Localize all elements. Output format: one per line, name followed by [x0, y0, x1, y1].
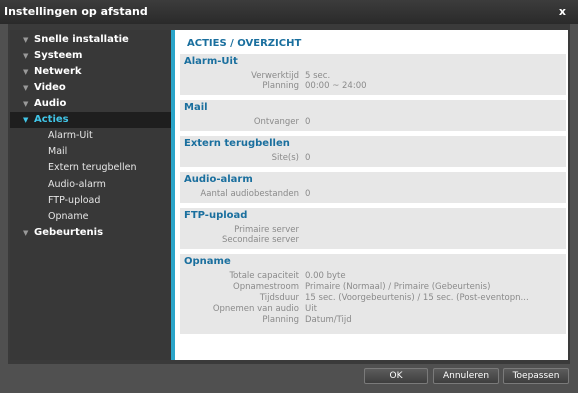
sidebar-subitem-mail[interactable]: Mail — [10, 144, 171, 160]
collapse-triangle-icon: ▼ — [23, 36, 29, 44]
row-value: 15 sec. (Voorgebeurtenis) / 15 sec. (Pos… — [305, 293, 529, 303]
row-value: Primaire (Normaal) / Primaire (Gebeurten… — [305, 282, 491, 292]
info-row: Primaire server — [180, 225, 566, 235]
cancel-button[interactable]: Annuleren — [433, 368, 499, 384]
info-row: Opnemen van audio Uit — [180, 304, 566, 314]
row-value: 00:00 ~ 24:00 — [305, 81, 367, 91]
sidebar-item-label: Systeem — [34, 50, 83, 61]
main-panel: ACTIES / OVERZICHT Alarm-Uit Verwerktijd… — [171, 30, 568, 360]
expand-triangle-icon: ▼ — [23, 116, 29, 124]
row-label: Totale capaciteit — [229, 271, 299, 281]
page-title: ACTIES / OVERZICHT — [187, 38, 302, 49]
section-title: Alarm-Uit — [184, 56, 238, 67]
collapse-triangle-icon: ▼ — [23, 52, 29, 60]
info-row: Aantal audiobestanden 0 — [180, 189, 566, 199]
row-value: 5 sec. — [305, 71, 331, 81]
row-label: Planning — [262, 315, 299, 325]
sidebar-item-systeem[interactable]: ▼ Systeem — [10, 48, 171, 64]
row-value: 0 — [305, 117, 311, 127]
info-row: Planning Datum/Tijd — [180, 315, 566, 325]
remote-settings-dialog: Instellingen op afstand x ▼ Snelle insta… — [0, 0, 578, 393]
sidebar-item-label: Audio — [34, 98, 67, 109]
sidebar-item-label: Netwerk — [34, 66, 82, 77]
sidebar-item-video[interactable]: ▼ Video — [10, 80, 171, 96]
row-value: Uit — [305, 304, 317, 314]
sidebar-item-audio[interactable]: ▼ Audio — [10, 96, 171, 112]
sidebar-item-snelle-installatie[interactable]: ▼ Snelle installatie — [10, 32, 171, 48]
sidebar-item-acties[interactable]: ▼ Acties — [10, 112, 171, 128]
sidebar-item-netwerk[interactable]: ▼ Netwerk — [10, 64, 171, 80]
sidebar-subitem-audio-alarm[interactable]: Audio-alarm — [10, 177, 171, 193]
section-title: Opname — [184, 256, 231, 267]
info-row: Ontvanger 0 — [180, 117, 566, 127]
sidebar-subitem-extern-terugbellen[interactable]: Extern terugbellen — [10, 160, 171, 176]
apply-button[interactable]: Toepassen — [503, 368, 569, 384]
row-label: Tijdsduur — [259, 293, 299, 303]
row-value: 0 — [305, 189, 311, 199]
info-row: Tijdsduur 15 sec. (Voorgebeurtenis) / 15… — [180, 293, 566, 303]
section-title: Mail — [184, 102, 208, 113]
row-value: 0 — [305, 153, 311, 163]
sidebar-subitem-ftp-upload[interactable]: FTP-upload — [10, 193, 171, 209]
section-title: Extern terugbellen — [184, 138, 290, 149]
info-row: Secondaire server — [180, 235, 566, 245]
info-row: Totale capaciteit 0.00 byte — [180, 271, 566, 281]
row-label: Secondaire server — [222, 235, 299, 245]
sidebar-item-gebeurtenis[interactable]: ▼ Gebeurtenis — [10, 225, 171, 241]
section-mail: Mail Ontvanger 0 — [180, 100, 566, 131]
row-label: Opnamestroom — [233, 282, 299, 292]
row-label: Planning — [262, 81, 299, 91]
collapse-triangle-icon: ▼ — [23, 100, 29, 108]
collapse-triangle-icon: ▼ — [23, 68, 29, 76]
row-value: 0.00 byte — [305, 271, 346, 281]
row-value: Datum/Tijd — [305, 315, 352, 325]
collapse-triangle-icon: ▼ — [23, 84, 29, 92]
ok-button[interactable]: OK — [364, 368, 428, 384]
sidebar-item-label: Snelle installatie — [34, 34, 129, 45]
window-title: Instellingen op afstand — [4, 5, 148, 18]
section-audio-alarm: Audio-alarm Aantal audiobestanden 0 — [180, 172, 566, 203]
section-ftp-upload: FTP-upload Primaire server Secondaire se… — [180, 208, 566, 249]
sidebar-item-label: Gebeurtenis — [34, 227, 104, 239]
section-title: FTP-upload — [184, 210, 248, 221]
close-icon[interactable]: x — [559, 0, 566, 24]
row-label: Ontvanger — [253, 117, 299, 127]
sidebar-nav: ▼ Snelle installatie ▼ Systeem ▼ Netwerk… — [10, 30, 171, 360]
row-label: Verwerktijd — [251, 71, 299, 81]
row-label: Site(s) — [271, 153, 299, 163]
sidebar-subitem-alarm-uit[interactable]: Alarm-Uit — [10, 128, 171, 144]
title-bar: Instellingen op afstand x — [0, 0, 578, 24]
sidebar-item-label: Video — [34, 82, 66, 93]
section-alarm-uit: Alarm-Uit Verwerktijd 5 sec. Planning 00… — [180, 54, 566, 95]
info-row: Planning 00:00 ~ 24:00 — [180, 81, 566, 91]
collapse-triangle-icon: ▼ — [23, 229, 29, 238]
section-title: Audio-alarm — [184, 174, 253, 185]
info-row: Site(s) 0 — [180, 153, 566, 163]
section-opname: Opname Totale capaciteit 0.00 byte Opnam… — [180, 254, 566, 334]
sidebar-subitem-opname[interactable]: Opname — [10, 209, 171, 225]
info-row: Opnamestroom Primaire (Normaal) / Primai… — [180, 282, 566, 292]
row-label: Primaire server — [234, 225, 299, 235]
sidebar-item-label: Acties — [34, 114, 69, 125]
section-extern-terugbellen: Extern terugbellen Site(s) 0 — [180, 136, 566, 167]
info-row: Verwerktijd 5 sec. — [180, 71, 566, 81]
row-label: Opnemen van audio — [212, 304, 299, 314]
row-label: Aantal audiobestanden — [200, 189, 299, 199]
